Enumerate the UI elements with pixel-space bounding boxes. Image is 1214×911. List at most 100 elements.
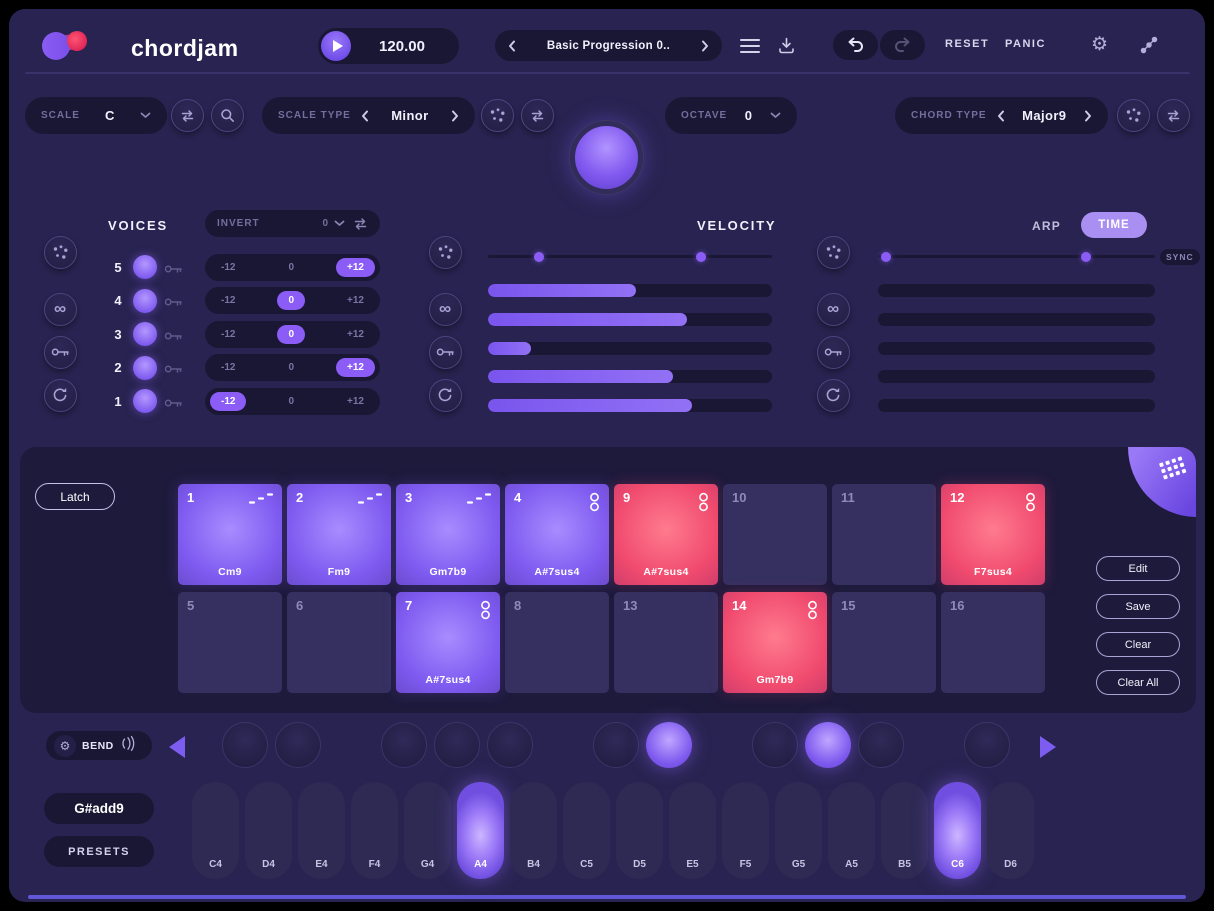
transpose-option[interactable]: +12 bbox=[336, 291, 375, 310]
flip-icon[interactable] bbox=[171, 99, 204, 132]
key-icon[interactable] bbox=[164, 295, 183, 313]
velocity-refresh-icon[interactable] bbox=[429, 379, 462, 412]
undo-button[interactable] bbox=[833, 30, 878, 60]
bend-control[interactable]: ⚙ BEND bbox=[46, 731, 152, 760]
white-key-D4[interactable]: D4 bbox=[245, 782, 292, 879]
octave-select[interactable]: OCTAVE 0 bbox=[665, 97, 797, 134]
save-preset-button[interactable] bbox=[777, 36, 796, 60]
pad-9[interactable]: 9A#7sus4 bbox=[614, 484, 718, 585]
reset-button[interactable]: RESET bbox=[945, 38, 989, 50]
white-key-E5[interactable]: E5 bbox=[669, 782, 716, 879]
edit-button[interactable]: Edit bbox=[1096, 556, 1180, 581]
sync-toggle[interactable]: SYNC bbox=[1160, 249, 1200, 265]
pad-5[interactable]: 5 bbox=[178, 592, 282, 693]
time-key-icon[interactable] bbox=[817, 336, 850, 369]
scale-type-select[interactable]: SCALE TYPE Minor bbox=[262, 97, 475, 134]
redo-button[interactable] bbox=[880, 30, 925, 60]
transpose-option[interactable]: -12 bbox=[210, 325, 246, 344]
voice-transpose-select[interactable]: -120+12 bbox=[205, 354, 380, 381]
slider-handle[interactable] bbox=[696, 252, 706, 262]
pad-15[interactable]: 15 bbox=[832, 592, 936, 693]
settings-gear-icon[interactable]: ⚙ bbox=[1091, 33, 1108, 56]
white-key-E4[interactable]: E4 bbox=[298, 782, 345, 879]
preset-selector[interactable]: Basic Progression 0.. bbox=[495, 30, 722, 61]
clear-all-button[interactable]: Clear All bbox=[1096, 670, 1180, 695]
pad-12[interactable]: 12F7sus4 bbox=[941, 484, 1045, 585]
time-dice-icon[interactable] bbox=[817, 236, 850, 269]
arp-tab[interactable]: ARP bbox=[1032, 219, 1061, 233]
transpose-option[interactable]: 0 bbox=[277, 358, 305, 377]
velocity-bar-2[interactable] bbox=[488, 313, 772, 326]
white-key-C4[interactable]: C4 bbox=[192, 782, 239, 879]
black-key[interactable] bbox=[222, 722, 268, 768]
chevron-right-icon[interactable] bbox=[1084, 110, 1092, 122]
latch-button[interactable]: Latch bbox=[35, 483, 115, 510]
transpose-option[interactable]: 0 bbox=[277, 325, 305, 344]
flip-icon[interactable] bbox=[353, 217, 368, 231]
black-key[interactable] bbox=[434, 722, 480, 768]
transpose-option[interactable]: +12 bbox=[336, 325, 375, 344]
time-bar-5[interactable] bbox=[878, 399, 1155, 412]
black-key[interactable] bbox=[752, 722, 798, 768]
voice-enable-dot[interactable] bbox=[133, 255, 157, 279]
voice-enable-dot[interactable] bbox=[133, 356, 157, 380]
pad-14[interactable]: 14Gm7b9 bbox=[723, 592, 827, 693]
pad-7[interactable]: 7A#7sus4 bbox=[396, 592, 500, 693]
pad-4[interactable]: 4A#7sus4 bbox=[505, 484, 609, 585]
voice-transpose-select[interactable]: -120+12 bbox=[205, 287, 380, 314]
flip-icon[interactable] bbox=[521, 99, 554, 132]
key-icon[interactable] bbox=[164, 329, 183, 347]
voice-transpose-select[interactable]: -12 0 +12 bbox=[205, 321, 380, 348]
black-key[interactable] bbox=[593, 722, 639, 768]
pad-16[interactable]: 16 bbox=[941, 592, 1045, 693]
key-icon[interactable] bbox=[164, 262, 183, 280]
search-icon[interactable] bbox=[211, 99, 244, 132]
black-key[interactable] bbox=[381, 722, 427, 768]
panic-button[interactable]: PANIC bbox=[1005, 38, 1046, 50]
chevron-left-icon[interactable] bbox=[508, 40, 516, 52]
transpose-option[interactable]: -12 bbox=[210, 392, 246, 411]
transpose-option[interactable]: +12 bbox=[336, 258, 375, 277]
pad-2[interactable]: 2Fm9 bbox=[287, 484, 391, 585]
menu-button[interactable] bbox=[740, 39, 760, 57]
white-key-A5[interactable]: A5 bbox=[828, 782, 875, 879]
slider-handle[interactable] bbox=[1081, 252, 1091, 262]
invert-select[interactable]: INVERT 0 bbox=[205, 210, 380, 237]
black-key[interactable] bbox=[805, 722, 851, 768]
black-key[interactable] bbox=[858, 722, 904, 768]
black-key[interactable] bbox=[487, 722, 533, 768]
white-key-G4[interactable]: G4 bbox=[404, 782, 451, 879]
time-bar-3[interactable] bbox=[878, 342, 1155, 355]
flip-icon[interactable] bbox=[1157, 99, 1190, 132]
pad-10[interactable]: 10 bbox=[723, 484, 827, 585]
time-bar-2[interactable] bbox=[878, 313, 1155, 326]
velocity-dice-icon[interactable] bbox=[429, 236, 462, 269]
save-button[interactable]: Save bbox=[1096, 594, 1180, 619]
velocity-bar-4[interactable] bbox=[488, 370, 772, 383]
chevron-left-icon[interactable] bbox=[997, 110, 1005, 122]
voice-enable-dot[interactable] bbox=[133, 389, 157, 413]
white-key-C5[interactable]: C5 bbox=[563, 782, 610, 879]
time-tab[interactable]: TIME bbox=[1081, 212, 1147, 238]
velocity-bar-5[interactable] bbox=[488, 399, 772, 412]
bpm-display[interactable]: 120.00 bbox=[351, 38, 459, 55]
white-key-D6[interactable]: D6 bbox=[987, 782, 1034, 879]
key-icon[interactable] bbox=[164, 362, 183, 380]
time-bar-4[interactable] bbox=[878, 370, 1155, 383]
velocity-bar-1[interactable] bbox=[488, 284, 772, 297]
voice-transpose-select[interactable]: -120+12 bbox=[205, 388, 380, 415]
pad-11[interactable]: 11 bbox=[832, 484, 936, 585]
key-icon[interactable] bbox=[164, 396, 183, 414]
pad-3[interactable]: 3Gm7b9 bbox=[396, 484, 500, 585]
gear-icon[interactable]: ⚙ bbox=[54, 735, 76, 757]
white-key-F4[interactable]: F4 bbox=[351, 782, 398, 879]
time-bar-1[interactable] bbox=[878, 284, 1155, 297]
time-infinity-icon[interactable]: ∞ bbox=[817, 293, 850, 326]
voice-enable-dot[interactable] bbox=[133, 322, 157, 346]
keyboard-scroll-left[interactable] bbox=[169, 736, 185, 758]
black-key[interactable] bbox=[275, 722, 321, 768]
dice-icon[interactable] bbox=[1117, 99, 1150, 132]
transpose-option[interactable]: 0 bbox=[277, 258, 305, 277]
white-key-C6[interactable]: C6 bbox=[934, 782, 981, 879]
pad-13[interactable]: 13 bbox=[614, 592, 718, 693]
